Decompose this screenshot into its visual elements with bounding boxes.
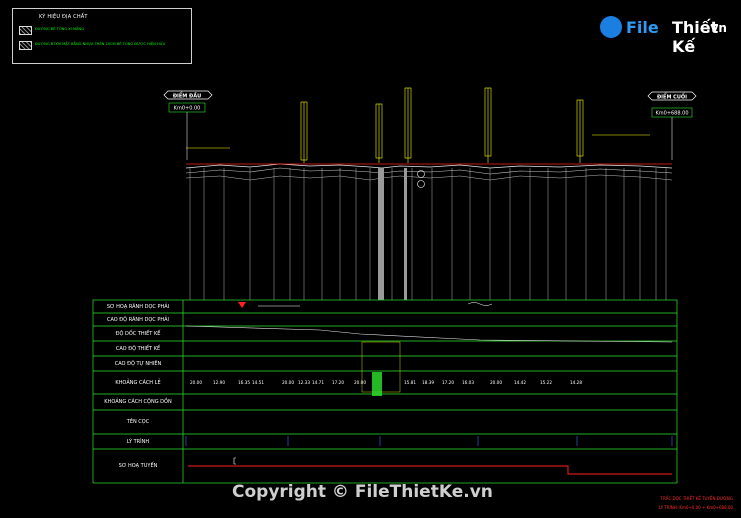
table-row-label: CAO ĐỘ TỰ NHIÊN <box>114 360 162 367</box>
spacing-value: 14.42 <box>514 380 526 385</box>
spacing-value: 15.22 <box>540 380 552 385</box>
station-lines <box>189 168 667 300</box>
table-row-label: CAO ĐỘ RÃNH DỌC PHẢI <box>106 316 170 323</box>
table-row-label: LÝ TRÌNH <box>126 438 150 445</box>
spacing-value: 12.90 <box>213 380 225 385</box>
table-row-label: SƠ HOẠ RÃNH DỌC PHẢI <box>106 303 170 310</box>
chainage-start-value: Km0+0.00 <box>174 106 201 112</box>
spacing-value: 16.35 <box>238 380 250 385</box>
design-grade <box>185 325 673 343</box>
table-row-label: TÊN CỌC <box>126 419 150 425</box>
spacing-value: 14.71 <box>312 380 324 385</box>
table-row-label: SƠ HOẠ TUYẾN <box>118 463 158 469</box>
station-cluster-highlight <box>361 341 401 396</box>
ditch-sketch <box>238 302 493 308</box>
table-row-label: ĐỘ DỐC THIẾT KẾ <box>115 330 161 337</box>
spacing-value: 15.81 <box>404 380 416 385</box>
table-row-label: KHOẢNG CÁCH CỘNG DỒN <box>104 399 172 405</box>
sheet-subtitle: LÝ TRÌNH: Km0+0.00 ÷ Km0+688.00 <box>658 505 733 510</box>
table-row-label: CAO ĐỘ THIẾT KẾ <box>115 345 161 352</box>
profile-table <box>92 299 678 484</box>
spacing-value: 14.51 <box>252 380 264 385</box>
spacing-value: 20.00 <box>354 380 366 385</box>
route-sketch <box>188 457 672 475</box>
spacing-value: 12.33 <box>298 380 310 385</box>
chainage-marks <box>185 436 673 446</box>
annotation-leaders <box>186 87 650 163</box>
spacing-value: 20.00 <box>190 380 202 385</box>
chainage-end-label: ĐIỂM CUỐI <box>657 92 687 100</box>
chainage-end-marker: ĐIỂM CUỐI Km0+688.00 <box>647 91 697 160</box>
spacing-value: 18.39 <box>422 380 434 385</box>
spacing-value: 17.20 <box>332 380 344 385</box>
spacing-value: 20.00 <box>282 380 294 385</box>
spacing-value: 16.03 <box>462 380 474 385</box>
spacing-value: 20.00 <box>490 380 502 385</box>
spacing-values: 20.00 12.90 16.35 14.51 20.00 12.33 14.71 17.20… <box>190 380 582 385</box>
table-row-label: KHOẢNG CÁCH LẺ <box>115 379 161 386</box>
structure-columns <box>378 168 425 300</box>
spacing-value: 14.28 <box>570 380 582 385</box>
chainage-start-marker: ĐIỂM ĐẦU Km0+0.00 <box>163 90 213 160</box>
spacing-value: 17.20 <box>442 380 454 385</box>
sheet-title: TRẮC DỌC THIẾT KẾ TUYẾN ĐƯỜNG <box>660 496 734 501</box>
ground-profile <box>185 163 673 181</box>
copyright-watermark: Copyright © FileThietKe.vn <box>232 482 493 502</box>
chainage-end-value: Km0+688.00 <box>655 111 688 117</box>
